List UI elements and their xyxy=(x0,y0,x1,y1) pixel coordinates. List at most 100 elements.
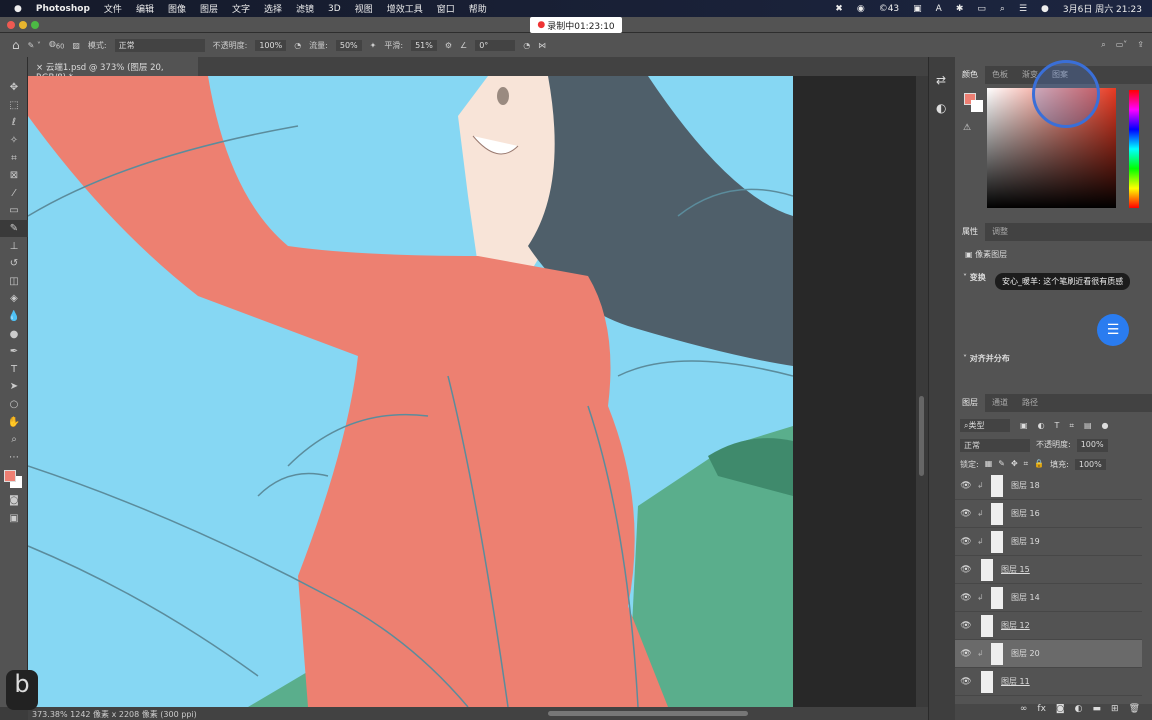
visibility-eye-icon[interactable]: 👁 xyxy=(955,481,977,491)
visibility-eye-icon[interactable]: 👁 xyxy=(955,537,977,547)
apple-icon[interactable]: ● xyxy=(14,4,22,14)
history-icon[interactable]: ⇄ xyxy=(936,73,946,87)
history-brush-icon[interactable]: ↺ xyxy=(0,255,28,273)
menu-3d[interactable]: 3D xyxy=(328,4,341,14)
pressure-size-icon[interactable]: ◔ xyxy=(523,41,530,50)
fill-field[interactable]: 100% xyxy=(1074,459,1106,470)
layer-filter-select[interactable]: ⌕类型 xyxy=(960,419,1010,432)
filter-type-icon[interactable]: T xyxy=(1055,421,1060,430)
hue-slider[interactable] xyxy=(1129,90,1139,208)
menu-view[interactable]: 视图 xyxy=(355,2,373,15)
menu-edit[interactable]: 编辑 xyxy=(136,2,154,15)
search-icon[interactable]: ⌕ xyxy=(1000,4,1005,14)
close-tab-icon[interactable]: × xyxy=(36,63,46,73)
scroll-thumb[interactable] xyxy=(919,396,924,476)
path-select-tool-icon[interactable]: ➤ xyxy=(0,378,28,396)
app-menu[interactable]: Photoshop xyxy=(36,4,90,14)
blur-tool-icon[interactable]: 💧 xyxy=(0,308,28,326)
brush-settings-icon[interactable]: ▨ xyxy=(72,41,80,50)
screen-icon[interactable]: ▣ xyxy=(913,4,922,14)
menu-layer[interactable]: 图层 xyxy=(200,2,218,15)
move-tool-icon[interactable]: ✥ xyxy=(0,79,28,97)
tab-paths[interactable]: 路径 xyxy=(1015,394,1045,412)
adjustment-icon[interactable]: ◐ xyxy=(1075,704,1083,720)
foreground-color-swatch[interactable] xyxy=(4,470,16,483)
lasso-tool-icon[interactable]: ℓ xyxy=(0,114,28,132)
filter-adjust-icon[interactable]: ◐ xyxy=(1038,421,1045,430)
tab-swatches[interactable]: 色板 xyxy=(985,66,1015,84)
fx-icon[interactable]: fx xyxy=(1037,704,1046,720)
tab-properties[interactable]: 属性 xyxy=(955,223,985,241)
layer-name[interactable]: 图层 18 xyxy=(1011,480,1040,491)
eraser-tool-icon[interactable]: ◫ xyxy=(0,273,28,291)
eyedropper-tool-icon[interactable]: ⁄ xyxy=(0,185,28,203)
transform-section[interactable]: ˅ 变换 xyxy=(963,272,986,283)
document-tab[interactable]: × 云端1.psd @ 373% (图层 20, RGB/8) * xyxy=(28,57,198,83)
layer-name[interactable]: 图层 19 xyxy=(1011,536,1040,547)
layer-name[interactable]: 图层 14 xyxy=(1011,592,1040,603)
visibility-eye-icon[interactable]: 👁 xyxy=(955,565,977,575)
color-swatches[interactable] xyxy=(0,466,27,492)
input-method-icon[interactable]: A xyxy=(936,4,942,14)
smoothing-field[interactable]: 51% xyxy=(411,39,437,51)
brush-size[interactable]: ◍60 xyxy=(49,39,64,51)
lock-all-icon[interactable]: 🔒 xyxy=(1034,459,1044,470)
close-button[interactable] xyxy=(7,21,15,29)
layer-row[interactable]: 👁 图层 12 xyxy=(955,612,1142,640)
workspace-icon[interactable]: ▭˅ xyxy=(1116,40,1128,50)
magic-wand-tool-icon[interactable]: ✧ xyxy=(0,132,28,150)
visibility-eye-icon[interactable]: 👁 xyxy=(955,593,977,603)
menu-file[interactable]: 文件 xyxy=(104,2,122,15)
share-icon[interactable]: ⇪ xyxy=(1137,40,1144,50)
pen-tool-icon[interactable]: ✒ xyxy=(0,343,28,361)
blend-mode-select[interactable]: 正常 xyxy=(960,439,1030,452)
screen-mode-icon[interactable]: ▣ xyxy=(0,510,28,528)
datetime[interactable]: 3月6日 周六 21:23 xyxy=(1063,2,1142,15)
symmetry-icon[interactable]: ⋈ xyxy=(538,41,546,50)
dodge-tool-icon[interactable]: ● xyxy=(0,325,28,343)
background-color-chip[interactable] xyxy=(971,100,983,112)
cursor-icon[interactable]: ◉ xyxy=(857,4,865,14)
menu-help[interactable]: 帮助 xyxy=(469,2,487,15)
tab-adjustments[interactable]: 调整 xyxy=(985,223,1015,241)
lock-artboard-icon[interactable]: ⌗ xyxy=(1024,459,1029,470)
minimize-button[interactable] xyxy=(19,21,27,29)
visibility-eye-icon[interactable]: 👁 xyxy=(955,509,977,519)
mode-select[interactable]: 正常 xyxy=(114,38,205,52)
align-section[interactable]: ˅ 对齐并分布 xyxy=(963,353,1010,364)
visibility-eye-icon[interactable]: 👁 xyxy=(955,677,977,687)
document-canvas[interactable] xyxy=(28,76,793,707)
actions-icon[interactable]: ◐ xyxy=(936,101,946,115)
layer-row[interactable]: 👁 图层 11 xyxy=(955,668,1142,696)
new-layer-icon[interactable]: ⊞ xyxy=(1111,704,1119,720)
stamp-tool-icon[interactable]: ⊥ xyxy=(0,237,28,255)
filter-shape-icon[interactable]: ⌗ xyxy=(1069,421,1074,431)
battery-icon[interactable]: ▭ xyxy=(977,4,986,14)
visibility-eye-icon[interactable]: 👁 xyxy=(955,649,977,659)
gear-icon[interactable]: ⚙ xyxy=(445,41,452,50)
filter-pixel-icon[interactable]: ▣ xyxy=(1020,421,1028,430)
layer-name[interactable]: 图层 20 xyxy=(1011,648,1040,659)
search-icon[interactable]: ⌕ xyxy=(1101,40,1105,50)
more-tools-icon[interactable]: ⋯ xyxy=(0,448,28,466)
layer-name[interactable]: 图层 15 xyxy=(1001,564,1030,575)
menu-filter[interactable]: 滤镜 xyxy=(296,2,314,15)
type-tool-icon[interactable]: T xyxy=(0,361,28,379)
mask-icon[interactable]: ◙ xyxy=(1056,704,1065,720)
layer-row[interactable]: 👁 图层 15 xyxy=(955,556,1142,584)
healing-tool-icon[interactable]: ▭ xyxy=(0,202,28,220)
menu-type[interactable]: 文字 xyxy=(232,2,250,15)
menu-image[interactable]: 图像 xyxy=(168,2,186,15)
zoom-button[interactable] xyxy=(31,21,39,29)
trash-icon[interactable]: 🗑 xyxy=(1129,704,1140,720)
filter-toggle-icon[interactable]: ● xyxy=(1102,421,1109,430)
layer-opacity-field[interactable]: 100% xyxy=(1076,439,1108,452)
visibility-eye-icon[interactable]: 👁 xyxy=(955,621,977,631)
control-center-icon[interactable]: ☰ xyxy=(1019,4,1027,14)
siri-icon[interactable]: ● xyxy=(1041,4,1049,14)
angle-field[interactable]: 0° xyxy=(475,39,516,51)
folder-icon[interactable]: ▬ xyxy=(1093,704,1102,720)
app-icon[interactable]: ✖ xyxy=(835,4,843,14)
quick-mask-icon[interactable]: ◙ xyxy=(0,492,28,510)
layer-row[interactable]: 👁 ↲ 图层 19 xyxy=(955,528,1142,556)
